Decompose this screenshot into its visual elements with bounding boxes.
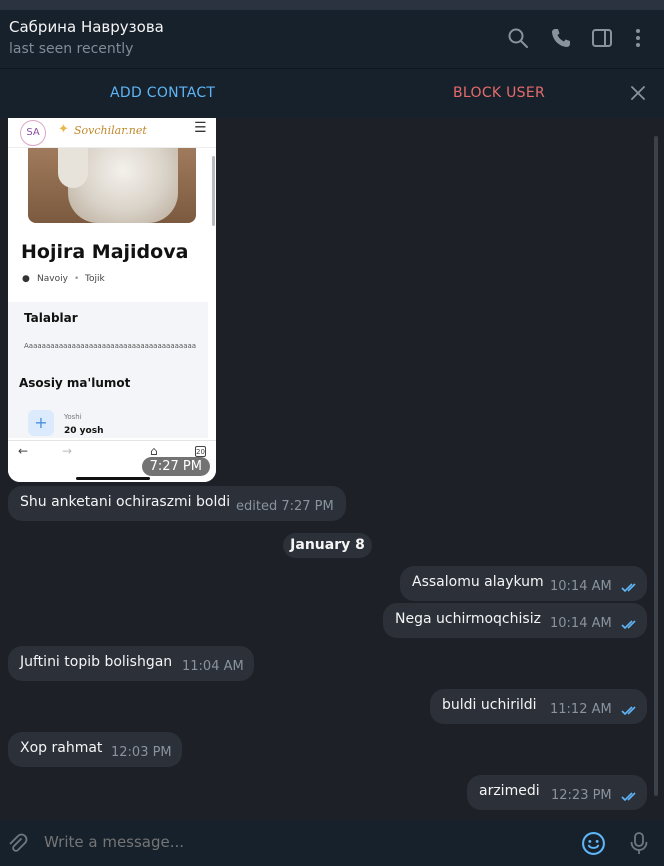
- contact-action-bar: ADD CONTACT BLOCK USER: [0, 68, 664, 118]
- chat-title[interactable]: Сабрина Наврузова: [9, 18, 164, 36]
- message-time: 11:04 AM: [182, 659, 244, 674]
- emoji-icon[interactable]: [581, 831, 606, 856]
- info-title: Asosiy ma'lumot: [19, 376, 131, 390]
- tabs-count-icon: 20: [195, 446, 206, 457]
- read-double-check-icon: [621, 792, 636, 802]
- message-text: Nega uchirmoqchisiz: [395, 611, 541, 627]
- message-time: 12:03 PM: [111, 745, 172, 760]
- message-text: arzimedi: [479, 783, 540, 799]
- message-text: Xop rahmat: [20, 740, 103, 756]
- phone-icon[interactable]: [550, 27, 572, 49]
- home-indicator: [76, 477, 150, 480]
- chat-header: Сабрина Наврузова last seen recently: [0, 10, 664, 68]
- age-label: Yoshi: [64, 413, 82, 421]
- requirements-title: Talablar: [24, 311, 78, 325]
- microphone-icon[interactable]: [628, 831, 650, 856]
- message-text: buldi uchirildi: [442, 697, 537, 713]
- date-separator: January 8: [283, 533, 372, 558]
- photo-scrollbar: [212, 156, 215, 226]
- requirements-text: Aaaaaaaaaaaaaaaaaaaaaaaaaaaaaaaaaaaaaaaa: [24, 342, 197, 350]
- dot-separator: •: [74, 274, 80, 284]
- forward-arrow-icon: →: [62, 444, 73, 458]
- message-time: 11:12 AM: [550, 702, 612, 717]
- window-top-strip: [0, 0, 664, 10]
- message-bubble-incoming[interactable]: Shu anketani ochiraszmi boldi edited 7:2…: [8, 486, 346, 521]
- message-bubble-incoming[interactable]: Juftini topib bolishgan 11:04 AM: [8, 646, 254, 681]
- age-value: 20 yosh: [64, 426, 104, 436]
- add-contact-button[interactable]: ADD CONTACT: [110, 85, 215, 101]
- message-composer: [0, 820, 664, 866]
- search-icon[interactable]: [507, 27, 529, 49]
- read-double-check-icon: [621, 706, 636, 716]
- site-logo-text: Sovchilar.net: [74, 124, 147, 137]
- message-bubble-outgoing[interactable]: arzimedi 12:23 PM: [467, 775, 647, 810]
- chat-status: last seen recently: [9, 41, 134, 57]
- message-time: edited 7:27 PM: [236, 499, 334, 514]
- messages-area[interactable]: SA ✦ Sovchilar.net ☰ Hojira Majidova ● N…: [0, 118, 664, 820]
- message-bubble-outgoing[interactable]: Assalomu alaykum 10:14 AM: [400, 566, 647, 601]
- home-icon: ⌂: [150, 444, 158, 458]
- message-time: 10:14 AM: [550, 616, 612, 631]
- message-text: Shu anketani ochiraszmi boldi: [20, 494, 231, 510]
- back-arrow-icon: ←: [18, 444, 29, 458]
- message-input[interactable]: [44, 833, 564, 851]
- sidebar-toggle-icon[interactable]: [591, 27, 613, 49]
- message-text: Juftini topib bolishgan: [20, 654, 173, 670]
- message-time: 12:23 PM: [551, 788, 612, 803]
- close-icon[interactable]: [627, 82, 649, 104]
- profile-name: Hojira Majidova: [21, 241, 189, 263]
- read-double-check-icon: [621, 620, 636, 630]
- attach-paperclip-icon[interactable]: [6, 832, 28, 854]
- message-bubble-incoming[interactable]: Xop rahmat 12:03 PM: [8, 732, 182, 767]
- photo-message[interactable]: SA ✦ Sovchilar.net ☰ Hojira Majidova ● N…: [8, 118, 216, 482]
- requirements-card: Talablar Aaaaaaaaaaaaaaaaaaaaaaaaaaaaaaa…: [8, 302, 208, 438]
- block-user-button[interactable]: BLOCK USER: [453, 85, 545, 101]
- site-header: SA ✦ Sovchilar.net ☰: [8, 118, 216, 148]
- message-bubble-outgoing[interactable]: Nega uchirmoqchisiz 10:14 AM: [383, 603, 647, 638]
- site-logo-icon: SA: [20, 120, 46, 146]
- messages-scrollbar[interactable]: [654, 136, 658, 796]
- plus-icon: +: [28, 410, 54, 436]
- more-vertical-icon[interactable]: [627, 27, 649, 49]
- profile-location: Navoiy: [37, 274, 68, 284]
- sparkle-icon: ✦: [58, 122, 69, 137]
- profile-photo: [28, 148, 196, 223]
- message-bubble-outgoing[interactable]: buldi uchirildi 11:12 AM: [430, 689, 647, 724]
- read-double-check-icon: [621, 583, 636, 593]
- location-pin-icon: ●: [22, 274, 30, 284]
- profile-ethnicity: Tojik: [85, 274, 105, 284]
- message-time: 10:14 AM: [550, 579, 612, 594]
- message-time: 7:27 PM: [141, 457, 210, 476]
- message-text: Assalomu alaykum: [412, 574, 544, 590]
- hamburger-menu-icon: ☰: [194, 120, 207, 136]
